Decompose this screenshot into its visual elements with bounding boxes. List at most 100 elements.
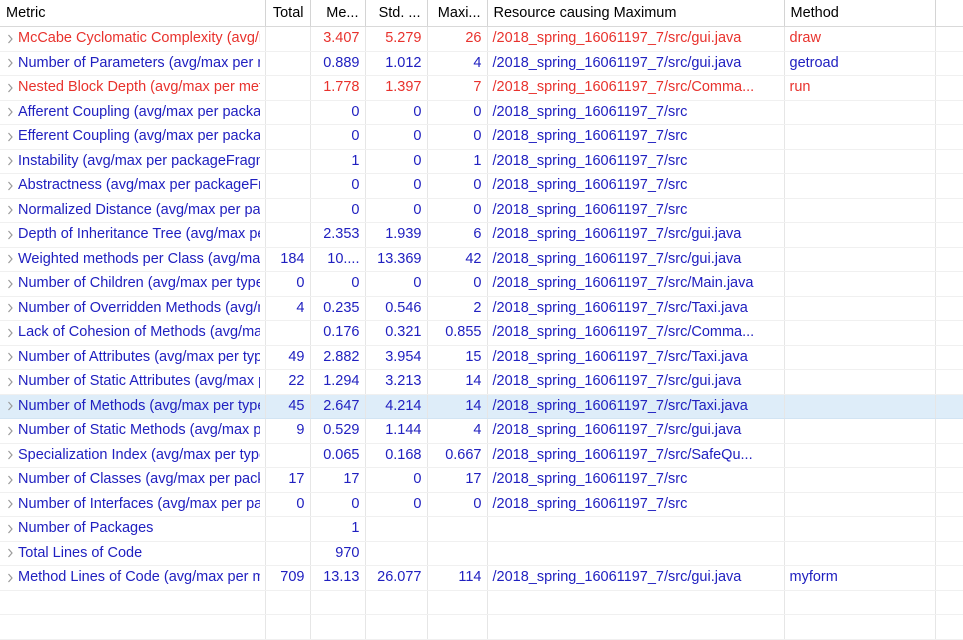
table-row[interactable]: Number of Children (avg/max per type) 0 0 0… (0, 271, 963, 297)
method-cell[interactable] (784, 247, 936, 272)
column-header-mean[interactable]: Me... (310, 0, 366, 27)
chevron-right-icon[interactable] (2, 174, 18, 197)
resource-cell[interactable]: /2018_spring_16061197_7/src/gui.java (487, 247, 785, 272)
table-row[interactable]: Number of Packages 1 (0, 516, 963, 542)
resource-cell[interactable]: /2018_spring_16061197_7/src (487, 492, 785, 517)
method-cell[interactable] (784, 100, 936, 125)
metric-name-cell[interactable]: Weighted methods per Class (avg/max per … (0, 247, 266, 272)
method-cell[interactable] (784, 173, 936, 199)
column-header-metric[interactable]: Metric (0, 0, 266, 27)
resource-cell[interactable]: /2018_spring_16061197_7/src/Main.java (487, 271, 785, 297)
resource-cell[interactable]: /2018_spring_16061197_7/src/Comma... (487, 320, 785, 346)
metric-name-cell[interactable]: Nested Block Depth (avg/max per method) (0, 75, 266, 101)
method-cell[interactable]: run (784, 75, 936, 101)
metric-name-cell[interactable]: McCabe Cyclomatic Complexity (avg/max pe… (0, 26, 266, 52)
table-row[interactable]: Number of Static Attributes (avg/max per… (0, 369, 963, 395)
metric-name-cell[interactable]: Number of Classes (avg/max per packageFr… (0, 467, 266, 493)
table-row[interactable]: Number of Overridden Methods (avg/max pe… (0, 296, 963, 321)
metric-name-cell[interactable]: Abstractness (avg/max per packageFragmen… (0, 173, 266, 199)
chevron-right-icon[interactable] (2, 444, 18, 467)
column-header-max[interactable]: Maxi... (427, 0, 488, 27)
method-cell[interactable]: getroad (784, 51, 936, 76)
table-row[interactable]: Total Lines of Code 970 (0, 541, 963, 566)
method-cell[interactable] (784, 467, 936, 493)
chevron-right-icon[interactable] (2, 125, 18, 148)
chevron-right-icon[interactable] (2, 517, 18, 540)
method-cell[interactable] (784, 296, 936, 321)
resource-cell[interactable] (487, 516, 785, 542)
method-cell[interactable] (784, 124, 936, 150)
column-header-method[interactable]: Method (784, 0, 936, 27)
resource-cell[interactable]: /2018_spring_16061197_7/src (487, 100, 785, 125)
resource-cell[interactable]: /2018_spring_16061197_7/src (487, 124, 785, 150)
method-cell[interactable] (784, 345, 936, 370)
chevron-right-icon[interactable] (2, 346, 18, 369)
chevron-right-icon[interactable] (2, 52, 18, 75)
method-cell[interactable] (784, 149, 936, 174)
table-row[interactable]: Normalized Distance (avg/max per package… (0, 198, 963, 223)
resource-cell[interactable]: /2018_spring_16061197_7/src/gui.java (487, 565, 785, 591)
table-row[interactable]: Lack of Cohesion of Methods (avg/max per… (0, 320, 963, 346)
chevron-right-icon[interactable] (2, 370, 18, 393)
table-row[interactable]: Weighted methods per Class (avg/max per … (0, 247, 963, 272)
method-cell[interactable] (784, 369, 936, 395)
method-cell[interactable]: draw (784, 26, 936, 52)
method-cell[interactable] (784, 516, 936, 542)
metric-name-cell[interactable]: Lack of Cohesion of Methods (avg/max per… (0, 320, 266, 346)
chevron-right-icon[interactable] (2, 542, 18, 565)
resource-cell[interactable]: /2018_spring_16061197_7/src (487, 467, 785, 493)
chevron-right-icon[interactable] (2, 419, 18, 442)
resource-cell[interactable]: /2018_spring_16061197_7/src (487, 149, 785, 174)
table-row[interactable]: Depth of Inheritance Tree (avg/max per t… (0, 222, 963, 248)
chevron-right-icon[interactable] (2, 199, 18, 222)
resource-cell[interactable]: /2018_spring_16061197_7/src/Comma... (487, 75, 785, 101)
metric-name-cell[interactable]: Depth of Inheritance Tree (avg/max per t… (0, 222, 266, 248)
method-cell[interactable] (784, 320, 936, 346)
metric-name-cell[interactable]: Number of Children (avg/max per type) (0, 271, 266, 297)
column-header-resource[interactable]: Resource causing Maximum (487, 0, 785, 27)
resource-cell[interactable] (487, 541, 785, 566)
method-cell[interactable]: myform (784, 565, 936, 591)
metric-name-cell[interactable]: Normalized Distance (avg/max per package… (0, 198, 266, 223)
chevron-right-icon[interactable] (2, 272, 18, 295)
table-row[interactable]: McCabe Cyclomatic Complexity (avg/max pe… (0, 26, 963, 52)
metric-name-cell[interactable]: Method Lines of Code (avg/max per method… (0, 565, 266, 591)
method-cell[interactable] (784, 443, 936, 468)
metric-name-cell[interactable]: Number of Interfaces (avg/max per packag… (0, 492, 266, 517)
chevron-right-icon[interactable] (2, 468, 18, 491)
chevron-right-icon[interactable] (2, 321, 18, 344)
table-row[interactable]: Number of Parameters (avg/max per method… (0, 51, 963, 76)
chevron-right-icon[interactable] (2, 27, 18, 50)
chevron-right-icon[interactable] (2, 248, 18, 271)
resource-cell[interactable]: /2018_spring_16061197_7/src/Taxi.java (487, 345, 785, 370)
table-row[interactable]: Number of Attributes (avg/max per type) 4… (0, 345, 963, 370)
resource-cell[interactable]: /2018_spring_16061197_7/src/gui.java (487, 222, 785, 248)
table-row[interactable]: Specialization Index (avg/max per type) 0… (0, 443, 963, 468)
metric-name-cell[interactable]: Number of Attributes (avg/max per type) (0, 345, 266, 370)
method-cell[interactable] (784, 394, 936, 419)
table-row[interactable]: Number of Static Methods (avg/max per ty… (0, 418, 963, 444)
metric-name-cell[interactable]: Number of Static Methods (avg/max per ty… (0, 418, 266, 444)
method-cell[interactable] (784, 198, 936, 223)
metric-name-cell[interactable]: Number of Parameters (avg/max per method… (0, 51, 266, 76)
metric-name-cell[interactable]: Number of Overridden Methods (avg/max pe… (0, 296, 266, 321)
chevron-right-icon[interactable] (2, 150, 18, 173)
table-row[interactable]: Nested Block Depth (avg/max per method) 1… (0, 75, 963, 101)
metric-name-cell[interactable]: Specialization Index (avg/max per type) (0, 443, 266, 468)
table-row[interactable]: Number of Interfaces (avg/max per packag… (0, 492, 963, 517)
resource-cell[interactable]: /2018_spring_16061197_7/src (487, 198, 785, 223)
chevron-right-icon[interactable] (2, 297, 18, 320)
table-row[interactable]: Method Lines of Code (avg/max per method… (0, 565, 963, 591)
metric-name-cell[interactable]: Efferent Coupling (avg/max per packageFr… (0, 124, 266, 150)
resource-cell[interactable]: /2018_spring_16061197_7/src/gui.java (487, 26, 785, 52)
method-cell[interactable] (784, 271, 936, 297)
table-row[interactable]: Number of Classes (avg/max per packageFr… (0, 467, 963, 493)
metric-name-cell[interactable]: Instability (avg/max per packageFragment… (0, 149, 266, 174)
method-cell[interactable] (784, 222, 936, 248)
chevron-right-icon[interactable] (2, 101, 18, 124)
column-header-total[interactable]: Total (265, 0, 311, 27)
metric-name-cell[interactable]: Number of Static Attributes (avg/max per… (0, 369, 266, 395)
chevron-right-icon[interactable] (2, 395, 18, 418)
resource-cell[interactable]: /2018_spring_16061197_7/src/Taxi.java (487, 296, 785, 321)
table-row[interactable]: Afferent Coupling (avg/max per packageFr… (0, 100, 963, 125)
